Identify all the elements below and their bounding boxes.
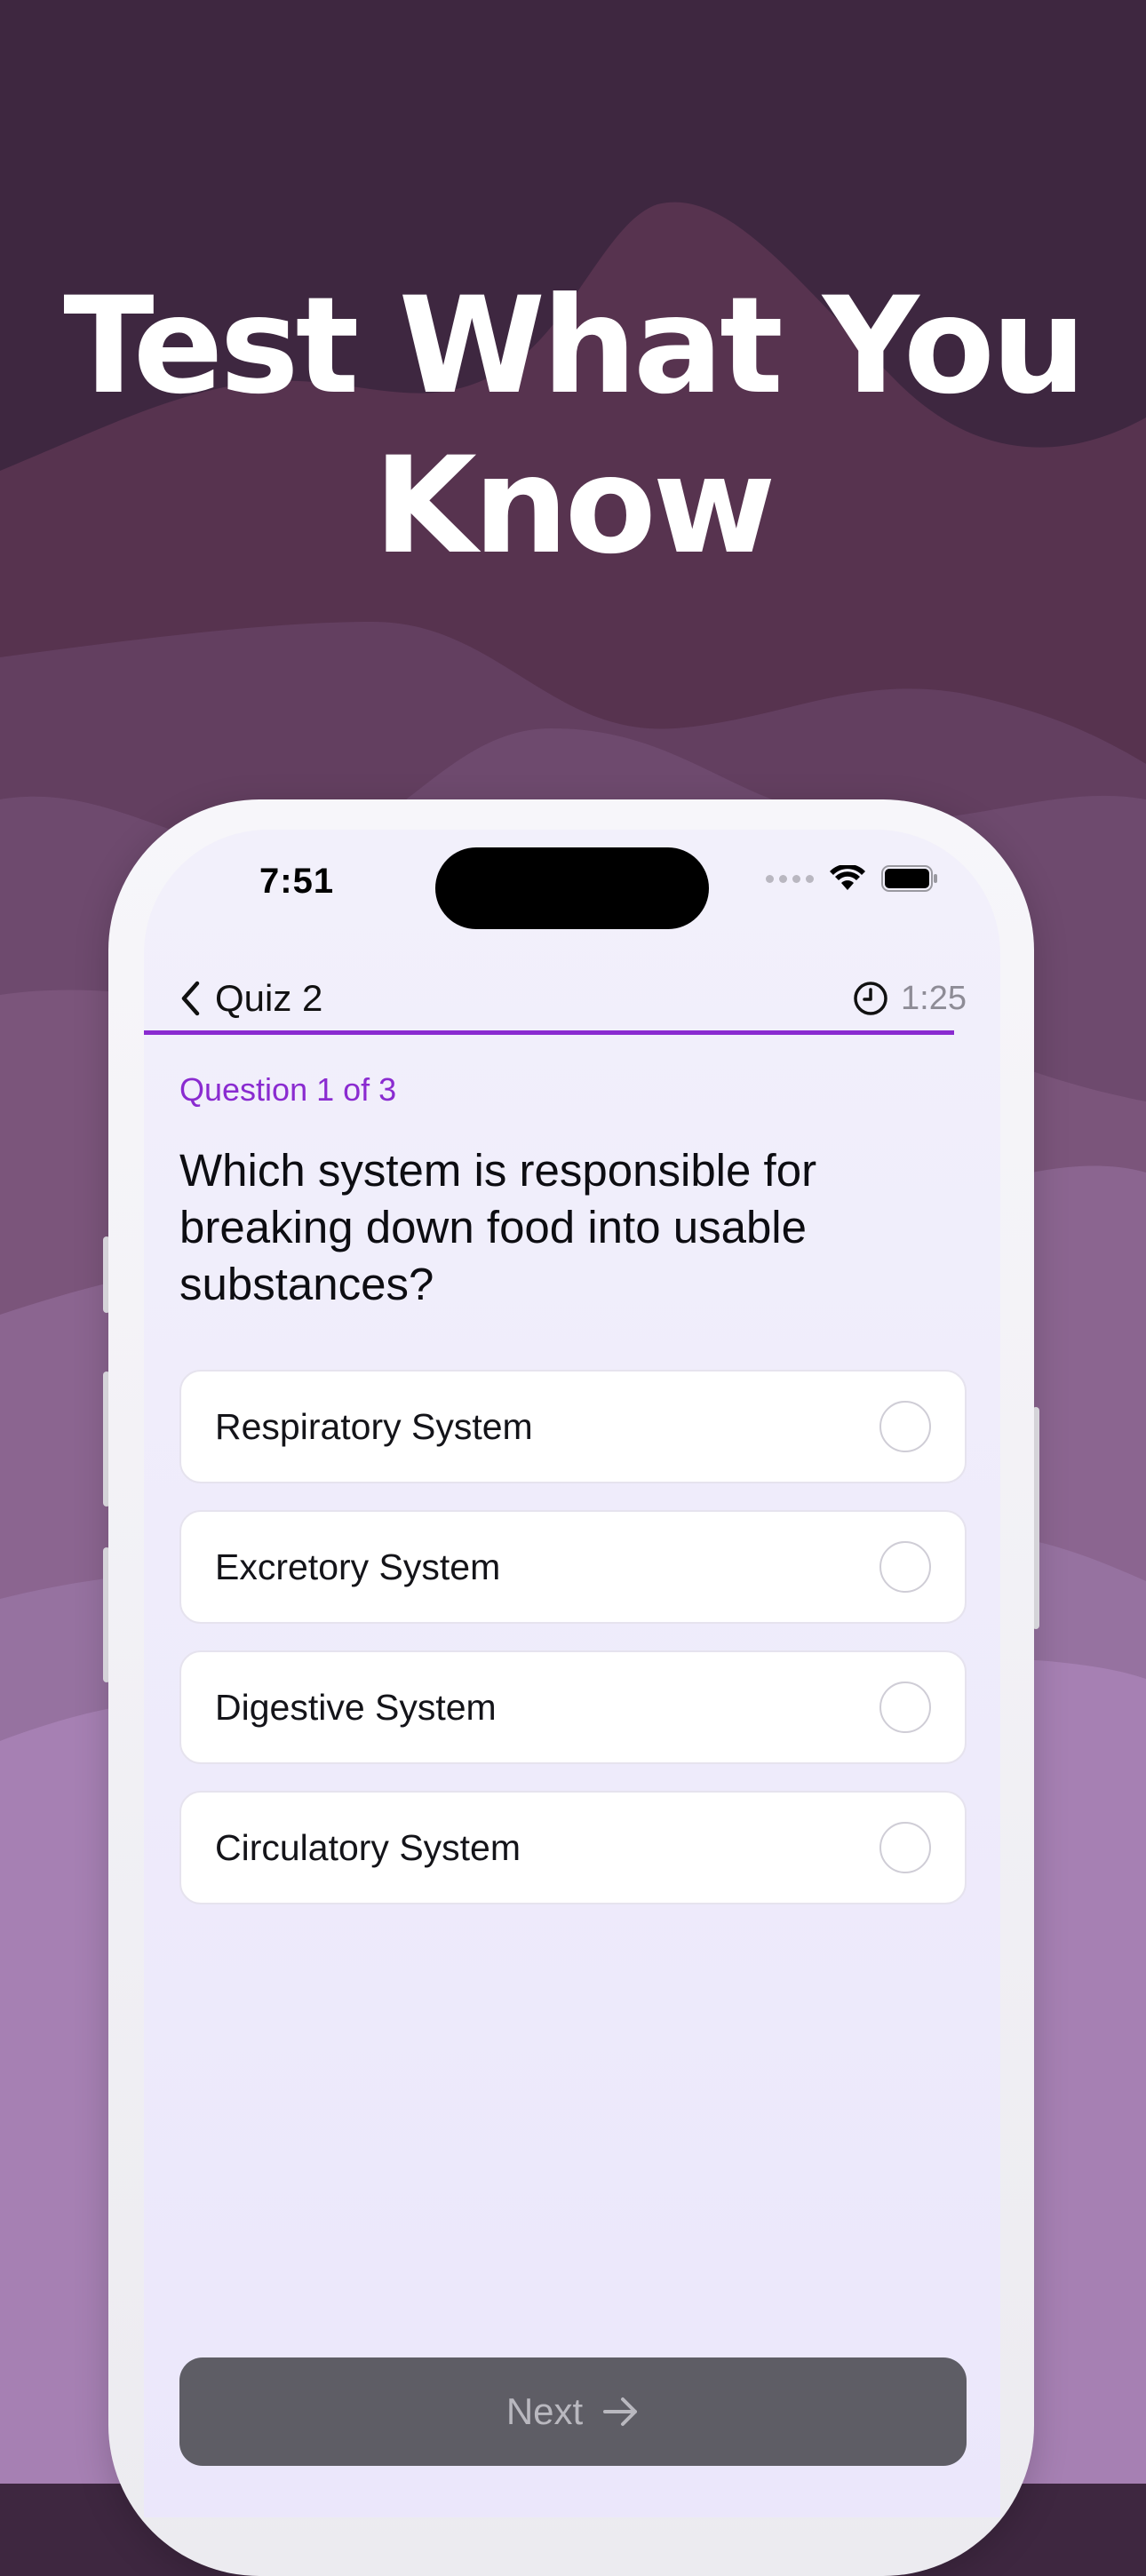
back-button[interactable]: Quiz 2 — [179, 963, 322, 1034]
answer-option[interactable]: Respiratory System — [179, 1370, 967, 1483]
quiz-progress-fill — [144, 1030, 954, 1035]
next-button[interactable]: Next — [179, 2357, 967, 2466]
question-text: Which system is responsible for breaking… — [179, 1145, 817, 1309]
chevron-left-icon — [181, 981, 200, 1016]
headline-line-1: Test What You — [63, 269, 1086, 424]
headline-line-2: Know — [373, 429, 776, 584]
radio-circle-icon[interactable] — [879, 1541, 931, 1593]
nav-bar: Quiz 2 1:25 — [144, 963, 1000, 1034]
wifi-icon — [830, 865, 865, 890]
answer-option[interactable]: Circulatory System — [179, 1791, 967, 1904]
battery-icon — [881, 865, 937, 892]
clock-icon — [854, 982, 887, 1015]
radio-circle-icon[interactable] — [879, 1401, 931, 1452]
back-label: Quiz 2 — [215, 977, 323, 1019]
page-headline: Test What You Know — [0, 266, 1146, 586]
next-button-label: Next — [505, 2390, 584, 2432]
status-time: 7:51 — [259, 862, 335, 901]
quiz-progress-bar — [144, 1030, 954, 1035]
dynamic-island — [435, 847, 709, 929]
quiz-timer: 1:25 — [853, 963, 967, 1034]
answer-option-label: Circulatory System — [215, 1826, 521, 1868]
phone-screen: 7:51 Quiz 2 1:25 Question 1 of 3 Which s… — [144, 830, 1000, 2517]
timer-label: 1:25 — [901, 979, 967, 1017]
answer-option-label: Excretory System — [215, 1546, 501, 1587]
answer-option[interactable]: Digestive System — [179, 1650, 967, 1764]
answer-option-label: Digestive System — [215, 1686, 497, 1728]
radio-circle-icon[interactable] — [879, 1682, 931, 1733]
status-icons — [766, 865, 938, 892]
answer-option[interactable]: Excretory System — [179, 1510, 967, 1624]
answer-option-label: Respiratory System — [215, 1405, 533, 1447]
answer-options: Respiratory System Excretory System Dige… — [179, 1370, 967, 1931]
radio-circle-icon[interactable] — [879, 1822, 931, 1873]
cellular-dots-icon — [766, 874, 814, 883]
arrow-right-icon — [603, 2397, 638, 2426]
question-count: Question 1 of 3 — [179, 1071, 397, 1108]
